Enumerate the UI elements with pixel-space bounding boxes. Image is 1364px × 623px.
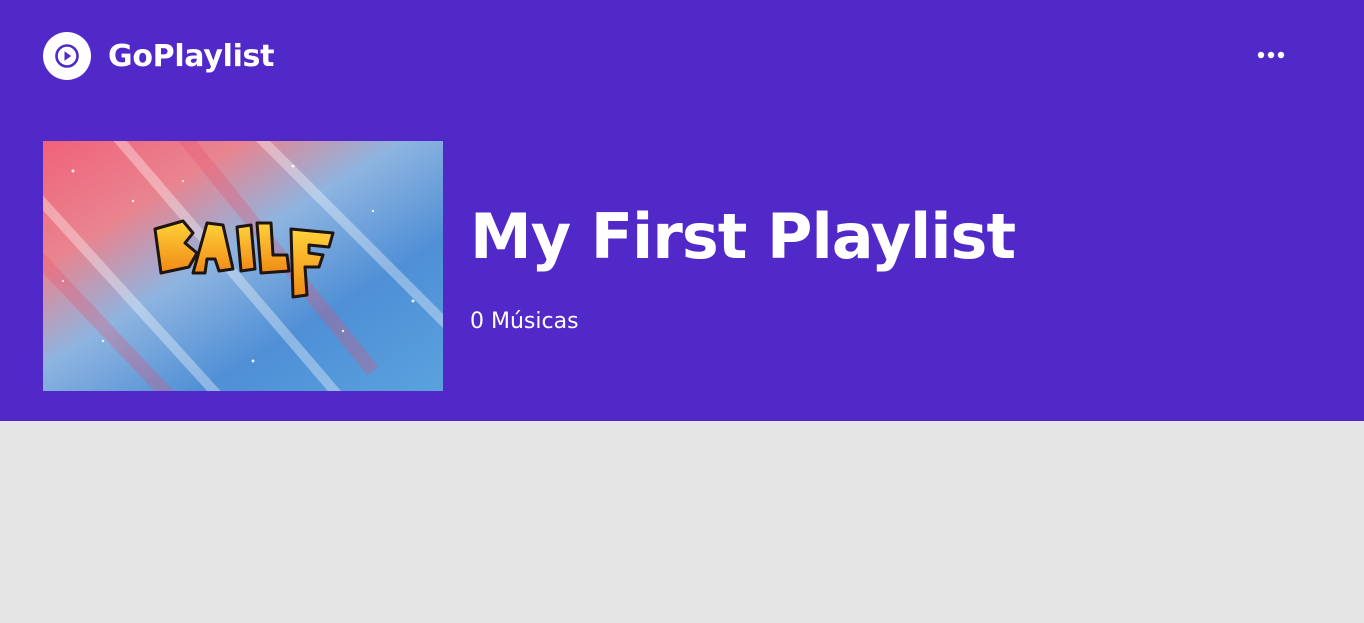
- playlist-title: My First Playlist: [470, 200, 1016, 273]
- brand-name: GoPlaylist: [108, 38, 275, 74]
- more-horizontal-icon: [1257, 51, 1285, 59]
- song-list-area: [0, 421, 1364, 623]
- playlist-cover-image: [43, 141, 443, 391]
- play-circle-icon: [43, 32, 91, 80]
- more-options-button[interactable]: [1252, 40, 1290, 70]
- playlist-hero: GoPlaylist My First Playlist 0 Músicas: [0, 0, 1364, 421]
- song-count: 0 Músicas: [470, 309, 579, 334]
- brand[interactable]: GoPlaylist: [43, 32, 274, 80]
